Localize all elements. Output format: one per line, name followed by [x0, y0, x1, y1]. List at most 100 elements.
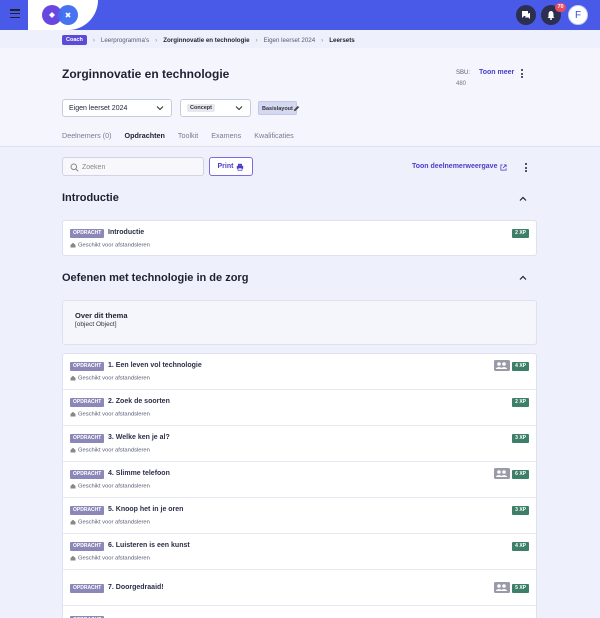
- assignment-title[interactable]: Introductie: [108, 229, 144, 236]
- assignment-row[interactable]: OPDRACHT 4. Slimme telefoon Geschikt voo…: [63, 462, 536, 498]
- search-input[interactable]: [82, 161, 197, 173]
- home-icon: [70, 411, 76, 417]
- xp-badge: 4 XP: [512, 362, 529, 371]
- theme-body: [object Object]: [75, 321, 117, 328]
- xp-badge: 4 XP: [512, 542, 529, 551]
- assignment-row[interactable]: OPDRACHT 5. Knoop het in je oren Geschik…: [63, 498, 536, 534]
- assignment-row[interactable]: OPDRACHT 1. Een leven vol technologie Ge…: [63, 354, 536, 390]
- type-badge: OPDRACHT: [70, 542, 105, 551]
- menu-icon[interactable]: [10, 9, 20, 19]
- search-icon: [70, 163, 79, 172]
- assignment-list: OPDRACHT 1. Een leven vol technologie Ge…: [62, 353, 537, 618]
- section-title: Introductie: [62, 192, 119, 204]
- notification-badge: 70: [555, 3, 566, 12]
- chevron-right-icon: ›: [255, 36, 258, 44]
- assignment-subtitle: Geschikt voor afstandsleren: [70, 375, 150, 382]
- chevron-right-icon: ›: [92, 36, 95, 44]
- remote-learning-label: Geschikt voor afstandsleren: [78, 447, 150, 454]
- type-badge: OPDRACHT: [70, 362, 105, 371]
- tab-bar: Deelnemers (0) Opdrachten Toolkit Examen…: [62, 131, 307, 147]
- assignment-subtitle: Geschikt voor afstandsleren: [70, 519, 150, 526]
- assignment-subtitle: Geschikt voor afstandsleren: [70, 411, 150, 418]
- tab-assignments[interactable]: Opdrachten: [124, 131, 165, 147]
- section-title: Oefenen met technologie in de zorg: [62, 272, 249, 284]
- home-icon: [70, 483, 76, 489]
- external-link-icon[interactable]: [500, 164, 507, 171]
- assignment-subtitle: Geschikt voor afstandsleren: [70, 483, 150, 490]
- home-icon: [70, 555, 76, 561]
- chevron-right-icon: ›: [321, 36, 324, 44]
- home-icon: [70, 242, 76, 248]
- xp-badge: 3 XP: [512, 434, 529, 443]
- type-badge: OPDRACHT: [70, 434, 105, 443]
- breadcrumb-leerset[interactable]: Eigen leerset 2024: [264, 37, 316, 44]
- home-icon: [70, 447, 76, 453]
- chevron-up-icon[interactable]: [519, 274, 527, 282]
- assignment-row[interactable]: OPDRACHT 6. Luisteren is een kunst Gesch…: [63, 534, 536, 570]
- home-icon: [70, 519, 76, 525]
- group-icon: [494, 582, 510, 593]
- assignment-title[interactable]: 5. Knoop het in je oren: [108, 506, 183, 513]
- remote-learning-label: Geschikt voor afstandsleren: [78, 555, 150, 562]
- breadcrumb-coach[interactable]: Coach: [62, 35, 87, 45]
- xp-badge: 6 XP: [512, 470, 529, 479]
- chevron-up-icon[interactable]: [519, 195, 527, 203]
- assignment-title[interactable]: 3. Welke ken je al?: [108, 434, 170, 441]
- home-icon: [70, 375, 76, 381]
- theme-title: Over dit thema: [75, 311, 128, 320]
- assignment-subtitle: Geschikt voor afstandsleren: [70, 447, 150, 454]
- assignment-title[interactable]: 1. Een leven vol technologie: [108, 362, 202, 369]
- page-title: Zorginnovatie en technologie: [62, 67, 230, 81]
- print-button[interactable]: Print: [209, 157, 253, 176]
- show-more-link[interactable]: Toon meer: [479, 69, 514, 76]
- chevron-right-icon: ›: [155, 36, 158, 44]
- assignment-title[interactable]: 7. Doorgedraaid!: [108, 584, 164, 591]
- tab-qualifications[interactable]: Kwalificaties: [254, 131, 294, 147]
- assignment-row[interactable]: OPDRACHT Introductie Geschikt voor afsta…: [63, 221, 536, 257]
- assignment-row[interactable]: OPDRACHT 3. Welke ken je al? Geschikt vo…: [63, 426, 536, 462]
- avatar[interactable]: F: [568, 5, 588, 25]
- layout-tag: Basislayout: [258, 101, 297, 115]
- toolbar-more-icon[interactable]: [524, 163, 528, 174]
- assignment-row[interactable]: OPDRACHT: [63, 606, 536, 618]
- chevron-down-icon: [235, 106, 243, 111]
- more-options-icon[interactable]: [520, 69, 524, 80]
- xp-badge: 5 XP: [512, 584, 529, 593]
- assignment-title[interactable]: 4. Slimme telefoon: [108, 470, 170, 477]
- tab-exams[interactable]: Examens: [211, 131, 241, 147]
- xp-badge: 3 XP: [512, 506, 529, 515]
- participant-view-link[interactable]: Toon deelnemerweergave: [412, 163, 497, 170]
- group-icon: [494, 360, 510, 371]
- print-button-label: Print: [217, 163, 234, 170]
- remote-learning-label: Geschikt voor afstandsleren: [78, 411, 150, 418]
- breadcrumb-program[interactable]: Zorginnovatie en technologie: [163, 37, 249, 44]
- breadcrumb: Coach › Leerprogramma's › Zorginnovatie …: [62, 34, 355, 46]
- type-badge: OPDRACHT: [70, 584, 105, 593]
- group-icon: [494, 468, 510, 479]
- leerset-select[interactable]: Eigen leerset 2024: [62, 99, 172, 117]
- status-select[interactable]: Concept: [180, 99, 251, 117]
- remote-learning-label: Geschikt voor afstandsleren: [78, 483, 150, 490]
- breadcrumb-current: Leersets: [329, 36, 355, 44]
- assignment-card: OPDRACHT Introductie Geschikt voor afsta…: [62, 220, 537, 256]
- assignment-row[interactable]: OPDRACHT 7. Doorgedraaid! 5 XP: [63, 570, 536, 606]
- logo-secondary-icon: [58, 5, 78, 25]
- tab-participants[interactable]: Deelnemers (0): [62, 131, 112, 147]
- assignment-title[interactable]: 2. Zoek de soorten: [108, 398, 170, 405]
- assignment-row[interactable]: OPDRACHT 2. Zoek de soorten Geschikt voo…: [63, 390, 536, 426]
- type-badge: OPDRACHT: [70, 470, 105, 479]
- chat-icon[interactable]: [516, 5, 536, 25]
- search-box: [62, 157, 204, 176]
- pencil-icon[interactable]: [293, 105, 300, 112]
- type-badge: OPDRACHT: [70, 398, 105, 407]
- remote-learning-label: Geschikt voor afstandsleren: [78, 375, 150, 382]
- xp-badge: 2 XP: [512, 398, 529, 407]
- assignment-title[interactable]: 6. Luisteren is een kunst: [108, 542, 190, 549]
- chevron-down-icon: [156, 106, 164, 111]
- assignment-subtitle: Geschikt voor afstandsleren: [70, 555, 150, 562]
- remote-learning-label: Geschikt voor afstandsleren: [78, 519, 150, 526]
- breadcrumb-learning-programs[interactable]: Leerprogramma's: [101, 37, 149, 44]
- printer-icon: [237, 163, 244, 171]
- remote-learning-label: Geschikt voor afstandsleren: [78, 242, 150, 249]
- tab-toolkit[interactable]: Toolkit: [178, 131, 198, 147]
